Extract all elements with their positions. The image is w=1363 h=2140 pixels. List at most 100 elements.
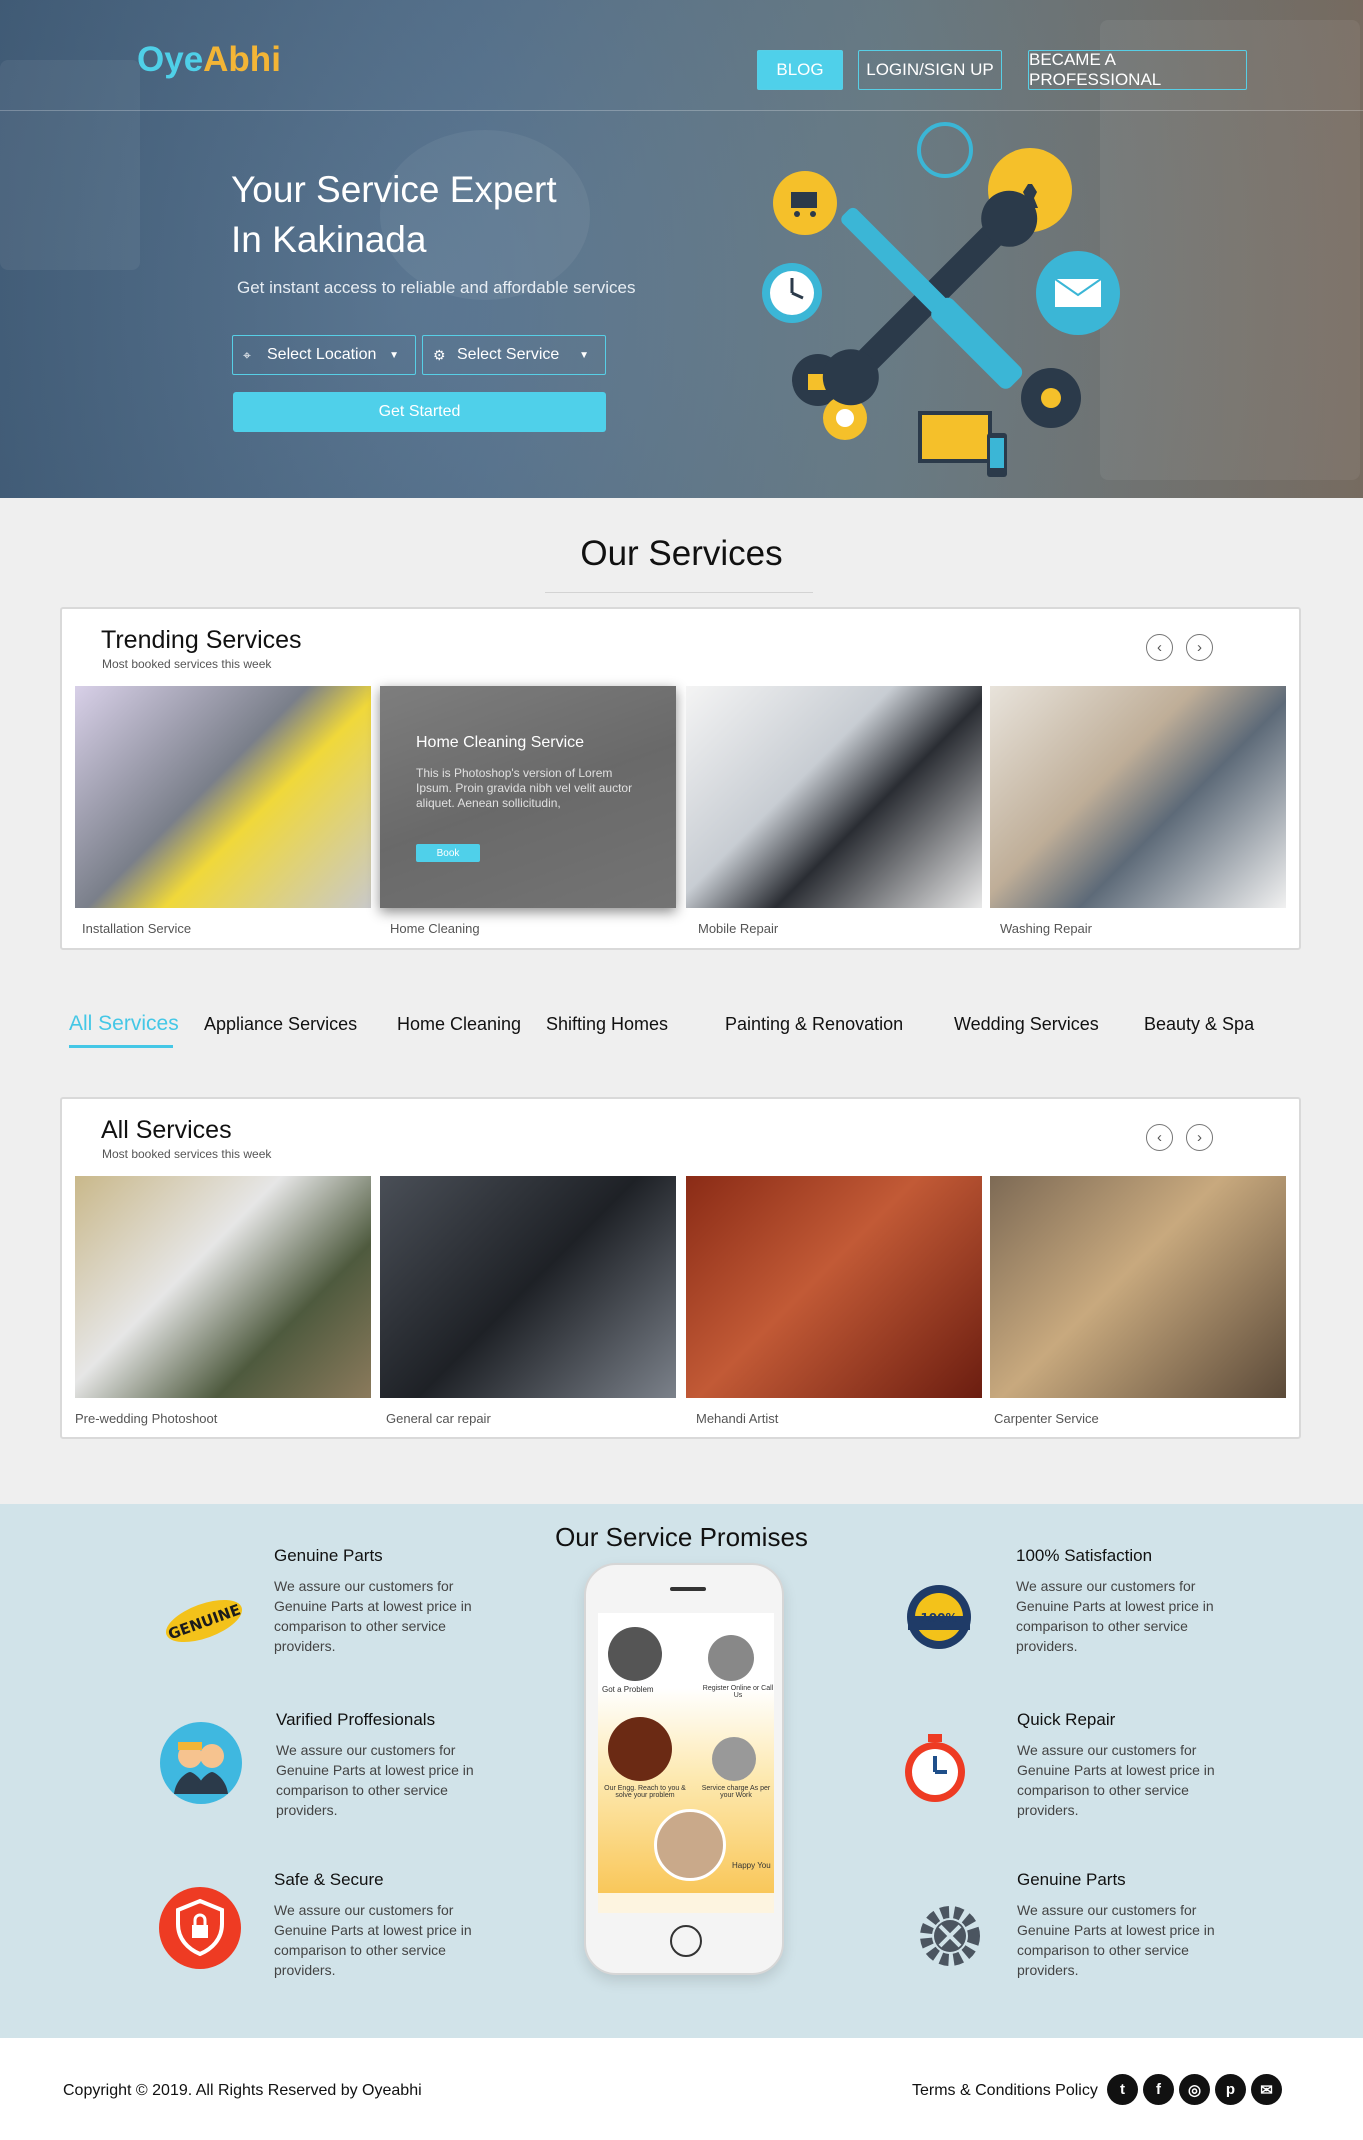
service-card-pre-wedding[interactable] — [75, 1176, 371, 1398]
hero-subtitle: Get instant access to reliable and affor… — [237, 278, 636, 297]
promise-title: 100% Satisfaction — [1016, 1546, 1153, 1565]
step-image — [608, 1717, 672, 1781]
service-card-label: Pre-wedding Photoshoot — [75, 1411, 218, 1426]
phone-screen: Got a Problem Register Online or Call Us… — [598, 1613, 774, 1913]
tab-home-cleaning[interactable]: Home Cleaning — [397, 1014, 521, 1035]
gear-tools-icon — [908, 1894, 992, 1978]
tab-painting-renovation[interactable]: Painting & Renovation — [725, 1014, 903, 1035]
service-card-label: Mobile Repair — [698, 921, 779, 936]
chevron-down-icon: ▼ — [579, 349, 589, 361]
promise-title: Genuine Parts — [274, 1546, 383, 1565]
service-card-home-cleaning[interactable]: Home Cleaning Service This is Photoshop'… — [380, 686, 676, 908]
promise-title: Genuine Parts — [1017, 1870, 1126, 1889]
section-divider — [545, 592, 813, 593]
service-select-label: Select Service — [457, 346, 560, 363]
login-signup-button[interactable]: LOGIN/SIGN UP — [858, 50, 1002, 90]
carousel-next-button[interactable]: › — [1186, 634, 1213, 661]
hero-bg-appliance — [0, 60, 140, 270]
all-services-heading: All Services — [101, 1116, 232, 1144]
phone-speaker — [670, 1587, 706, 1591]
hero-title: Your Service Expert In Kakinada — [231, 169, 557, 260]
step-label: Our Engg. Reach to you & solve your prob… — [604, 1785, 686, 1799]
location-pin-icon: ⌖ — [243, 347, 251, 363]
services-illustration — [762, 122, 1120, 477]
blog-button[interactable]: BLOG — [757, 50, 843, 90]
promise-item: 100% Satisfaction We assure our customer… — [1016, 1546, 1236, 1656]
overlay-text: This is Photoshop's version of Lorem Ips… — [416, 766, 633, 810]
promise-text: We assure our customers for Genuine Part… — [1016, 1578, 1214, 1654]
our-services-title: Our Services — [580, 534, 783, 573]
service-card-carpenter[interactable] — [990, 1176, 1286, 1398]
promise-text: We assure our customers for Genuine Part… — [1017, 1742, 1215, 1818]
location-select[interactable]: ⌖ Select Location ▼ — [232, 335, 416, 375]
pinterest-icon[interactable]: p — [1215, 2074, 1246, 2105]
service-card-mehandi[interactable] — [686, 1176, 982, 1398]
professionals-icon — [160, 1722, 242, 1804]
instagram-icon[interactable]: ◎ — [1179, 2074, 1210, 2105]
promise-text: We assure our customers for Genuine Part… — [274, 1902, 472, 1978]
promise-text: We assure our customers for Genuine Part… — [276, 1742, 474, 1818]
overlay-title: Home Cleaning Service — [416, 734, 585, 751]
trending-subheading: Most booked services this week — [102, 657, 272, 671]
promise-item: Safe & Secure We assure our customers fo… — [274, 1870, 494, 1980]
trending-services-panel: Trending Services Most booked services t… — [60, 607, 1301, 950]
step-label: Got a Problem — [602, 1685, 654, 1694]
card-hover-overlay: Home Cleaning Service This is Photoshop'… — [380, 686, 676, 908]
promise-item: Genuine Parts We assure our customers fo… — [1017, 1870, 1237, 1980]
promise-title: Safe & Secure — [274, 1870, 384, 1889]
trending-heading: Trending Services — [101, 626, 302, 654]
phone-app-bar — [598, 1893, 774, 1913]
service-card-label: Washing Repair — [1000, 921, 1093, 936]
book-button[interactable]: Book — [416, 844, 480, 862]
service-card-car-repair[interactable] — [380, 1176, 676, 1398]
service-card-label: General car repair — [386, 1411, 491, 1426]
tab-wedding-services[interactable]: Wedding Services — [954, 1014, 1099, 1035]
carousel-prev-button[interactable]: ‹ — [1146, 634, 1173, 661]
mail-icon[interactable]: ✉ — [1251, 2074, 1282, 2105]
service-card-label: Home Cleaning — [390, 921, 480, 936]
service-card-washing-repair[interactable] — [990, 686, 1286, 908]
promise-text: We assure our customers for Genuine Part… — [1017, 1902, 1215, 1978]
svg-text:100%: 100% — [920, 1611, 957, 1625]
service-card-installation[interactable] — [75, 686, 371, 908]
step-image — [654, 1809, 726, 1881]
terms-link[interactable]: Terms & Conditions Policy — [912, 2082, 1098, 2100]
promise-title: Varified Proffesionals — [276, 1710, 436, 1729]
get-started-button[interactable]: Get Started — [233, 392, 606, 432]
promise-text: We assure our customers for Genuine Part… — [274, 1578, 472, 1654]
service-card-label: Mehandi Artist — [696, 1411, 779, 1426]
step-image — [712, 1737, 756, 1781]
step-label: Service charge As per your Work — [701, 1785, 771, 1799]
twitter-icon[interactable]: t — [1107, 2074, 1138, 2105]
promise-item: Quick Repair We assure our customers for… — [1017, 1710, 1237, 1820]
phone-home-button — [670, 1925, 702, 1957]
logo[interactable]: OyeAbhi — [137, 40, 281, 80]
header-divider — [0, 110, 1363, 111]
become-professional-button[interactable]: BECAME A PROFESSIONAL — [1028, 50, 1247, 90]
shield-lock-icon — [159, 1887, 241, 1969]
all-services-subheading: Most booked services this week — [102, 1147, 272, 1161]
location-select-label: Select Location — [267, 346, 377, 363]
all-services-panel: All Services Most booked services this w… — [60, 1097, 1301, 1439]
promise-item: Genuine Parts We assure our customers fo… — [274, 1546, 494, 1656]
gear-icon: ⚙ — [433, 347, 446, 363]
carousel-next-button[interactable]: › — [1186, 1124, 1213, 1151]
service-card-label: Installation Service — [82, 921, 192, 936]
service-select[interactable]: ⚙ Select Service ▼ — [422, 335, 606, 375]
facebook-icon[interactable]: f — [1143, 2074, 1174, 2105]
step-label: Happy You — [732, 1861, 771, 1870]
active-tab-underline — [69, 1045, 173, 1048]
step-label: Register Online or Call Us — [702, 1685, 774, 1699]
step-image — [608, 1627, 662, 1681]
service-card-mobile-repair[interactable] — [686, 686, 982, 908]
tab-appliance-services[interactable]: Appliance Services — [204, 1014, 357, 1035]
genuine-badge-icon: GENUINE — [163, 1580, 245, 1662]
stopwatch-icon — [894, 1728, 976, 1810]
tab-beauty-spa[interactable]: Beauty & Spa — [1144, 1014, 1254, 1035]
chevron-down-icon: ▼ — [389, 349, 399, 361]
tab-all-services[interactable]: All Services — [69, 1012, 179, 1036]
tab-shifting-homes[interactable]: Shifting Homes — [546, 1014, 668, 1035]
promise-title: Quick Repair — [1017, 1710, 1116, 1729]
carousel-prev-button[interactable]: ‹ — [1146, 1124, 1173, 1151]
copyright-text: Copyright © 2019. All Rights Reserved by… — [63, 2082, 422, 2099]
